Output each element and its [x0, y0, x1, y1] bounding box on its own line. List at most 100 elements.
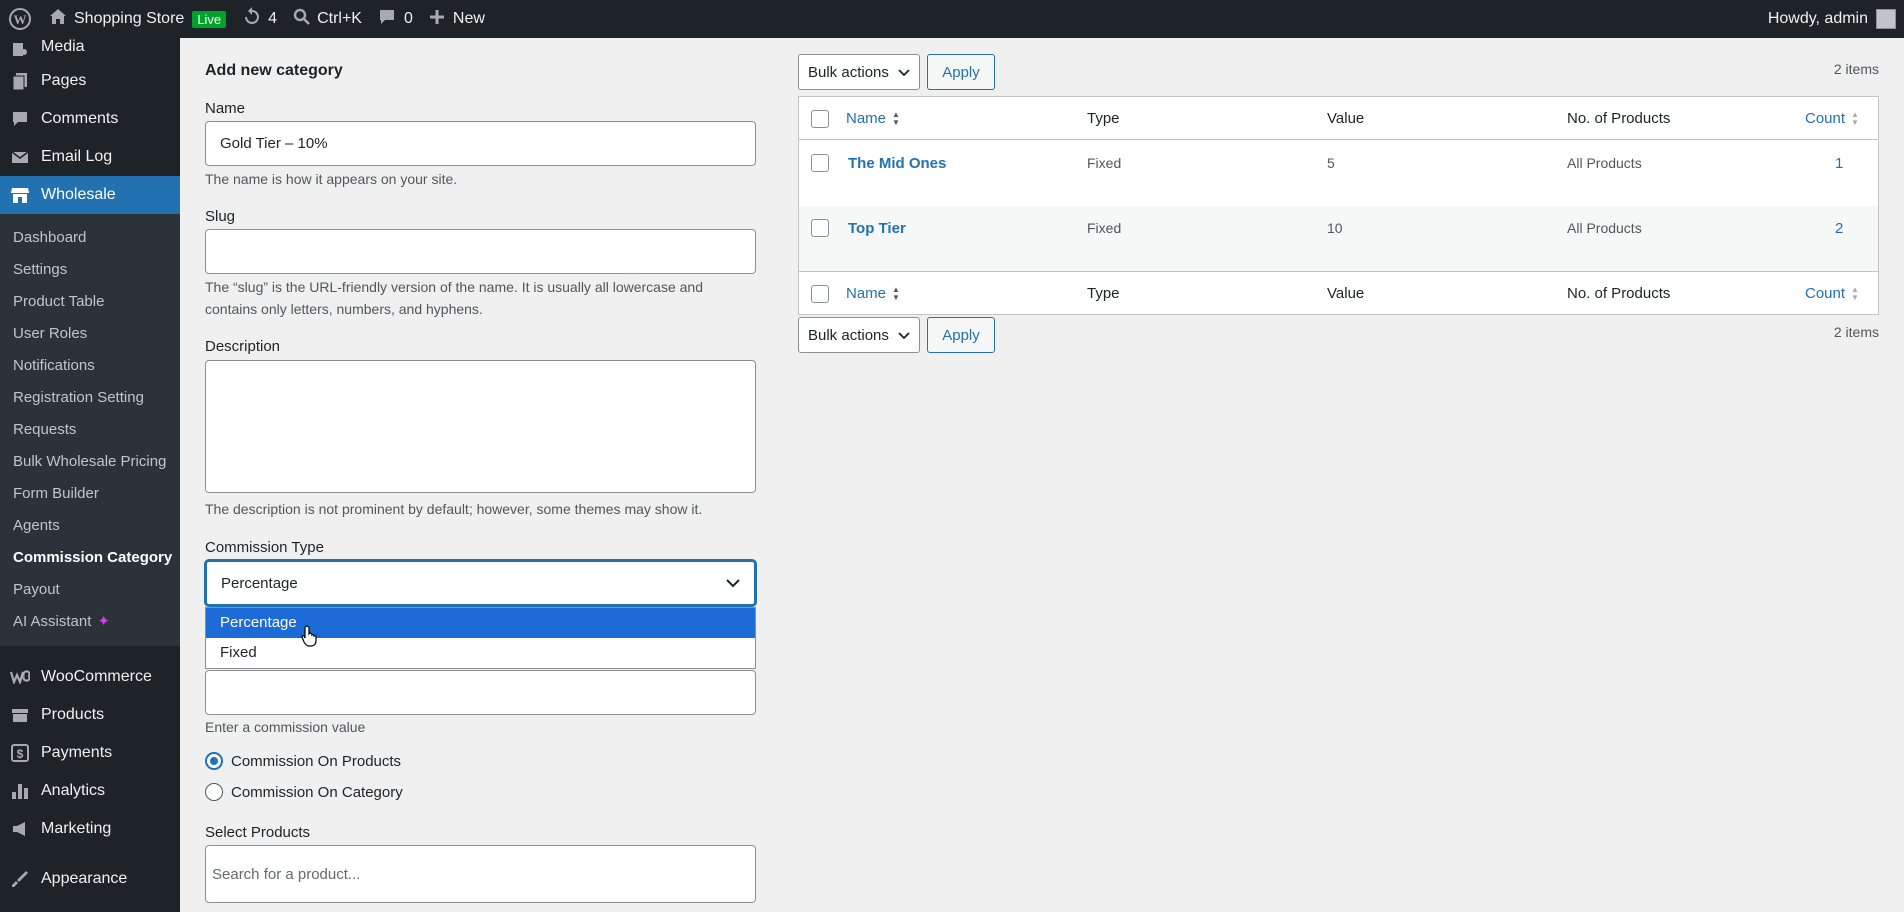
column-label: Count — [1805, 285, 1846, 302]
pages-icon — [9, 70, 31, 92]
submenu-dashboard[interactable]: Dashboard — [0, 222, 180, 254]
name-field[interactable]: Gold Tier – 10% — [205, 121, 756, 166]
menu-label: Email Log — [41, 148, 113, 165]
commission-type-label: Commission Type — [205, 539, 324, 556]
submenu-payout[interactable]: Payout — [0, 574, 180, 606]
row-title: The Mid Ones — [848, 154, 947, 172]
submenu-notifications[interactable]: Notifications — [0, 350, 180, 382]
column-products-footer: No. of Products — [1567, 285, 1671, 302]
menu-comments[interactable]: Comments — [0, 100, 180, 138]
commission-type-select[interactable]: Percentage — [205, 560, 756, 606]
radio-label: Commission On Category — [231, 783, 403, 801]
menu-label: Wholesale — [41, 186, 116, 203]
hand-cursor-icon — [301, 625, 319, 652]
row-title-link[interactable]: The Mid Ones — [848, 149, 946, 177]
comments-icon — [9, 108, 31, 130]
row-checkbox[interactable] — [811, 214, 829, 242]
option-fixed[interactable]: Fixed — [206, 638, 755, 668]
menu-pages[interactable]: Pages — [0, 62, 180, 100]
radio-commission-on-category[interactable]: Commission On Category — [205, 783, 403, 801]
row-count-link[interactable]: 2 — [1835, 214, 1843, 242]
updates-link[interactable]: 4 — [234, 0, 285, 38]
bulk-actions-select-bottom[interactable]: Bulk actions — [798, 317, 920, 353]
search-command[interactable]: Ctrl+K — [285, 0, 370, 38]
my-account[interactable]: Howdy, admin — [1768, 9, 1904, 29]
marketing-icon — [9, 818, 31, 840]
submenu-bulk-wholesale-pricing[interactable]: Bulk Wholesale Pricing — [0, 446, 180, 478]
apply-button-top[interactable]: Apply — [927, 54, 995, 90]
commission-value-help: Enter a commission value — [205, 719, 366, 735]
row-title-link[interactable]: Top Tier — [848, 214, 906, 242]
menu-woocommerce[interactable]: WooCommerce — [0, 658, 180, 696]
payments-icon: $ — [9, 742, 31, 764]
slug-label: Slug — [205, 208, 236, 225]
menu-marketing[interactable]: Marketing — [0, 810, 180, 848]
row-value: 10 — [1327, 220, 1343, 236]
radio-commission-on-products[interactable]: Commission On Products — [205, 752, 401, 770]
menu-email-log[interactable]: Email Log — [0, 138, 180, 176]
new-content-link[interactable]: New — [421, 0, 493, 38]
wordpress-logo-icon[interactable]: W — [0, 0, 40, 38]
menu-products[interactable]: Products — [0, 696, 180, 734]
column-name-footer[interactable]: Name ▲ ▼ — [846, 272, 900, 315]
table-footer-row: Name ▲ ▼ Type Value No. of Products Count ▲… — [799, 271, 1878, 314]
submenu-commission-category[interactable]: Commission Category — [0, 542, 180, 574]
row-count-link[interactable]: 1 — [1835, 149, 1843, 177]
submenu-settings[interactable]: Settings — [0, 254, 180, 286]
column-type-header: Type — [1087, 110, 1120, 127]
bulk-actions-select-top[interactable]: Bulk actions — [798, 54, 920, 90]
row-checkbox[interactable] — [811, 149, 829, 177]
submenu-form-builder[interactable]: Form Builder — [0, 478, 180, 510]
option-percentage[interactable]: Percentage — [206, 608, 755, 638]
name-label: Name — [205, 100, 246, 117]
menu-media[interactable]: Media — [0, 38, 180, 62]
woocommerce-icon — [9, 666, 31, 688]
description-textarea[interactable] — [205, 360, 756, 493]
row-count: 2 — [1835, 219, 1844, 237]
commission-value-field[interactable] — [205, 670, 756, 715]
submenu-registration-setting[interactable]: Registration Setting — [0, 382, 180, 414]
checkbox-icon — [811, 154, 829, 172]
svg-text:$: $ — [17, 747, 24, 761]
checkbox-icon — [811, 284, 829, 303]
row-type: Fixed — [1087, 220, 1122, 236]
slug-field[interactable] — [205, 229, 756, 274]
commission-type-dropdown: Percentage Fixed — [205, 607, 756, 669]
sort-icon: ▲ ▼ — [892, 284, 900, 302]
column-label: Name — [846, 285, 887, 302]
submenu-requests[interactable]: Requests — [0, 414, 180, 446]
svg-text:W: W — [14, 12, 27, 27]
updates-icon — [242, 6, 262, 32]
email-icon — [9, 146, 31, 168]
search-shortcut: Ctrl+K — [317, 10, 362, 27]
admin-sidebar: Media Pages Comments Email Log Wholesale… — [0, 38, 180, 912]
analytics-icon — [9, 780, 31, 802]
product-search-field[interactable]: Search for a product... — [205, 845, 756, 903]
menu-wholesale[interactable]: Wholesale — [0, 176, 180, 214]
radio-label: Commission On Products — [231, 752, 402, 770]
site-name-link[interactable]: Shopping Store Live — [40, 0, 234, 38]
form-heading: Add new category — [205, 62, 343, 79]
column-value-footer: Value — [1327, 285, 1365, 302]
column-name-header[interactable]: Name ▲ ▼ — [846, 97, 900, 140]
select-products-label: Select Products — [205, 824, 311, 841]
table-row: Top Tier Fixed 10 All Products 2 — [799, 206, 1878, 271]
menu-label: Products — [41, 706, 105, 723]
sort-icon: ▲ ▼ — [1851, 284, 1859, 302]
menu-payments[interactable]: $ Payments — [0, 734, 180, 772]
apply-button-bottom[interactable]: Apply — [927, 317, 995, 353]
submenu-product-table[interactable]: Product Table — [0, 286, 180, 318]
menu-analytics[interactable]: Analytics — [0, 772, 180, 810]
submenu-user-roles[interactable]: User Roles — [0, 318, 180, 350]
select-all-checkbox[interactable] — [811, 272, 829, 315]
submenu-agents[interactable]: Agents — [0, 510, 180, 542]
menu-label: Pages — [41, 72, 87, 89]
select-all-checkbox[interactable] — [811, 97, 829, 140]
column-count-footer[interactable]: Count ▲ ▼ — [1805, 272, 1859, 315]
menu-appearance[interactable]: Appearance — [0, 860, 180, 898]
comments-link[interactable]: 0 — [370, 0, 421, 38]
column-count-header[interactable]: Count ▲ ▼ — [1805, 97, 1859, 140]
items-count-bottom: 2 items — [1833, 324, 1879, 340]
avatar — [1876, 9, 1896, 29]
submenu-ai-assistant[interactable]: AI Assistant ✦ — [0, 606, 180, 638]
